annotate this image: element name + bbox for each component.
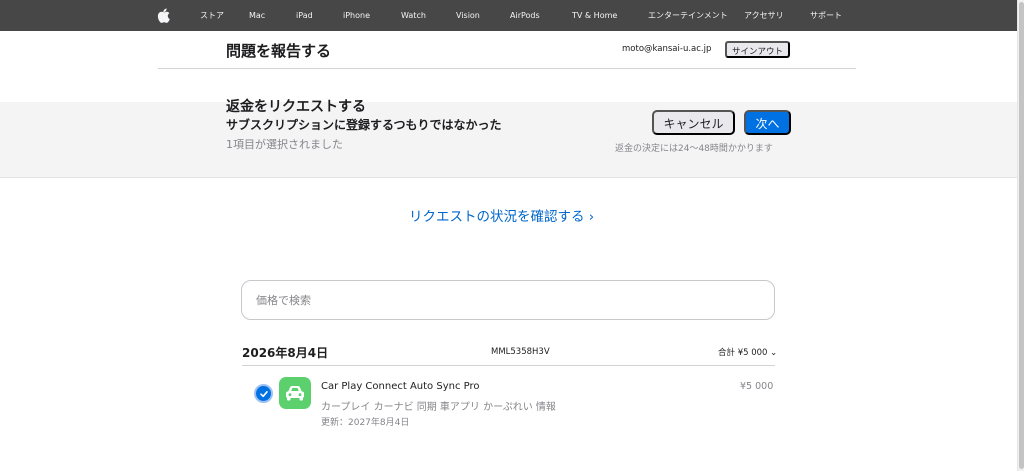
account-email: moto@kansai-u.ac.jp [622,44,712,54]
selected-count: 1項目が選択されました [226,138,343,151]
checkmark-icon [259,390,268,397]
item-name: Car Play Connect Auto Sync Pro [321,381,480,392]
signout-button[interactable]: サインアウト [725,41,790,58]
page: ストア Mac iPad iPhone Watch Vision AirPods… [0,0,1024,471]
cancel-button[interactable]: キャンセル [652,110,735,135]
receipt-date: 2026年8月4日 [242,346,329,360]
order-id: MML5358H3V [491,347,550,357]
nav-item-vision[interactable]: Vision [456,10,480,21]
header-divider [158,68,856,69]
page-title: 問題を報告する [226,42,332,60]
request-band [0,102,1017,178]
total-toggle[interactable]: 合計 ¥5 000 ⌄ [718,346,777,358]
refund-note: 返金の決定には24〜48時間かかります [615,144,773,154]
car-app-icon [279,377,311,409]
scrollbar-thumb[interactable] [1019,2,1024,469]
nav-item-ipad[interactable]: iPad [296,10,313,21]
request-status-link[interactable]: リクエストの状況を確認する › [409,205,594,225]
nav-item-iphone[interactable]: iPhone [343,10,370,21]
request-reason: サブスクリプションに登録するつもりではなかった [226,118,502,132]
next-button[interactable]: 次へ [744,110,791,135]
nav-item-accessories[interactable]: アクセサリ [744,10,784,21]
nav-item-tv-home[interactable]: TV & Home [572,10,617,21]
item-keywords: カープレイ カーナビ 同期 車アプリ かーぷれい 情報 [321,402,556,413]
search-input[interactable] [241,280,775,320]
apple-logo-icon[interactable] [157,8,171,23]
nav-item-entertainment[interactable]: エンターテインメント [648,10,728,21]
nav-item-store[interactable]: ストア [200,10,224,21]
page-scrollbar[interactable] [1017,0,1024,471]
request-title: 返金をリクエストする [226,99,366,115]
nav-item-airpods[interactable]: AirPods [510,10,540,21]
global-nav: ストア Mac iPad iPhone Watch Vision AirPods… [0,0,1017,31]
nav-item-mac[interactable]: Mac [249,10,265,21]
item-updated: 更新：2027年8月4日 [321,418,410,428]
item-checkbox[interactable] [254,384,273,403]
item-price: ¥5 000 [740,381,774,392]
nav-item-support[interactable]: サポート [810,10,842,21]
receipt-divider [242,365,775,366]
nav-item-watch[interactable]: Watch [401,10,426,21]
